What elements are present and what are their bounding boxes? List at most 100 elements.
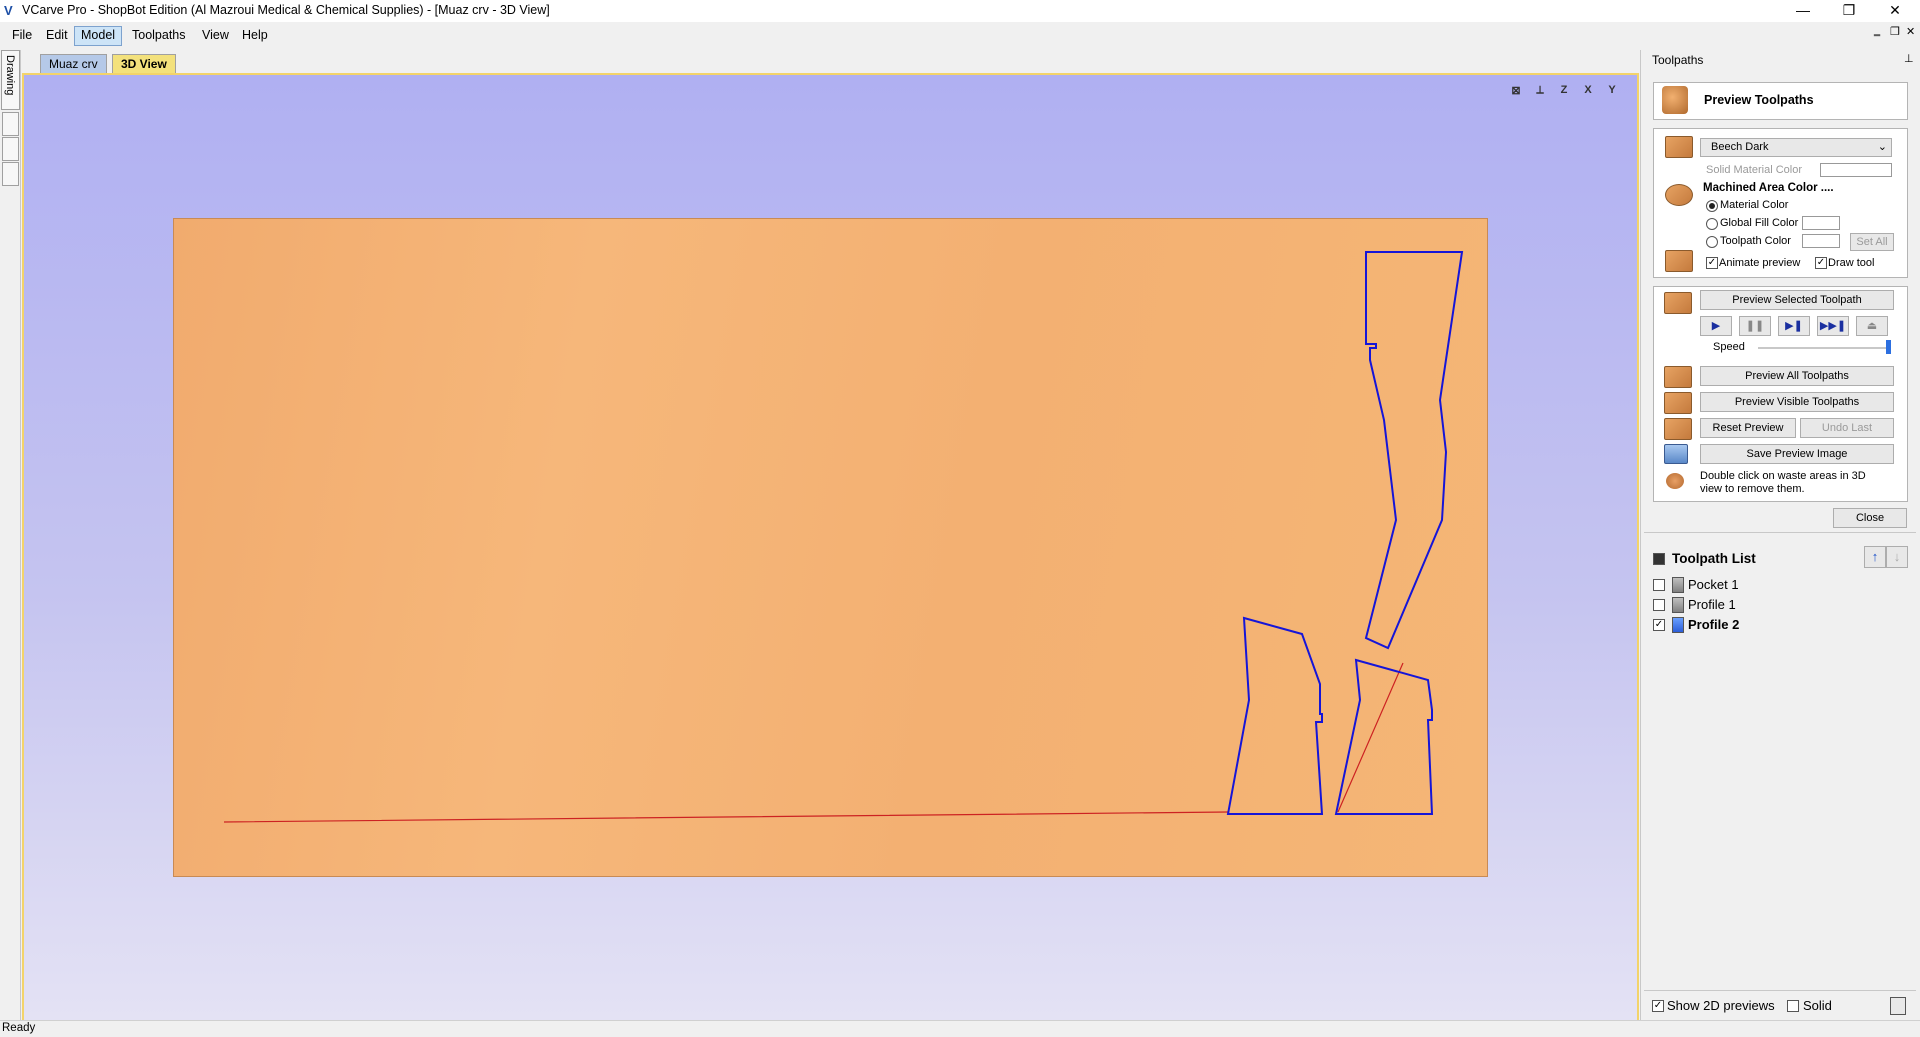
preview-selected-icon bbox=[1664, 292, 1692, 314]
maximize-button[interactable]: ❐ bbox=[1826, 0, 1872, 22]
preview-selected-toolpath-button[interactable]: Preview Selected Toolpath bbox=[1700, 290, 1894, 310]
chevron-down-icon: ⌄ bbox=[1877, 141, 1887, 153]
fast-forward-icon[interactable]: ▶▶❚ bbox=[1817, 316, 1849, 336]
step-icon[interactable]: ▶❚ bbox=[1778, 316, 1810, 336]
toolpath-color-option-label: Toolpath Color bbox=[1720, 235, 1791, 247]
toolpath-list-icon bbox=[1653, 553, 1665, 565]
radio-material-color[interactable] bbox=[1706, 200, 1718, 212]
toolpath-checkbox-profile-2[interactable]: ✓ bbox=[1653, 619, 1665, 631]
panel-options-icon[interactable] bbox=[1890, 997, 1906, 1015]
menu-bar: File Edit Model Toolpaths View Help ‗ ❐ … bbox=[0, 22, 1920, 48]
solid-checkbox[interactable] bbox=[1787, 1000, 1799, 1012]
mdi-minimize-button[interactable]: ‗ bbox=[1874, 25, 1880, 37]
view-z-icon[interactable]: Z bbox=[1554, 84, 1574, 102]
side-tab-4[interactable] bbox=[2, 162, 19, 186]
animate-preview-checkbox[interactable]: ✓ bbox=[1706, 257, 1718, 269]
toolpath-item-profile-2[interactable]: Profile 2 bbox=[1688, 617, 1739, 632]
material-swatch-icon bbox=[1665, 136, 1693, 158]
iso-view-icon[interactable]: ⟂ bbox=[1530, 84, 1550, 102]
show-2d-previews-label: Show 2D previews bbox=[1667, 998, 1775, 1013]
side-tab-2[interactable] bbox=[2, 112, 19, 136]
menu-edit[interactable]: Edit bbox=[40, 26, 74, 44]
left-dock-strip bbox=[0, 50, 21, 1028]
tab-muaz-crv[interactable]: Muaz crv bbox=[40, 54, 107, 73]
preview-all-icon bbox=[1664, 366, 1692, 388]
draw-tool-checkbox[interactable]: ✓ bbox=[1815, 257, 1827, 269]
menu-view[interactable]: View bbox=[196, 26, 235, 44]
drawing-tab-label: Drawing bbox=[4, 55, 16, 96]
tab-3d-view[interactable]: 3D View bbox=[112, 54, 176, 73]
draw-tool-label: Draw tool bbox=[1828, 257, 1875, 269]
move-down-icon[interactable]: ↓ bbox=[1886, 546, 1908, 568]
panel-title: Toolpaths bbox=[1652, 53, 1704, 67]
animate-icon bbox=[1665, 250, 1693, 272]
material-color-option-label: Material Color bbox=[1720, 199, 1789, 211]
solid-label: Solid bbox=[1803, 998, 1832, 1013]
solid-color-picker[interactable] bbox=[1820, 163, 1892, 177]
show-2d-previews-checkbox[interactable]: ✓ bbox=[1652, 1000, 1664, 1012]
minimize-button[interactable]: — bbox=[1780, 0, 1826, 22]
preview-toolpaths-icon bbox=[1662, 86, 1688, 114]
move-up-icon[interactable]: ↑ bbox=[1864, 546, 1886, 568]
solid-material-color-label: Solid Material Color bbox=[1706, 164, 1802, 176]
preview-header-title: Preview Toolpaths bbox=[1704, 93, 1814, 107]
reset-preview-icon bbox=[1664, 418, 1692, 440]
speed-slider-thumb[interactable] bbox=[1886, 340, 1891, 354]
toolpath-checkbox-profile-1[interactable] bbox=[1653, 599, 1665, 611]
material-select-value: Beech Dark bbox=[1711, 141, 1769, 153]
toolpath-icon bbox=[1672, 597, 1684, 613]
close-panel-button[interactable]: Close bbox=[1833, 508, 1907, 528]
app-logo-icon: V bbox=[4, 3, 13, 18]
zoom-extents-icon[interactable]: ⊠ bbox=[1506, 84, 1526, 102]
animate-preview-label: Animate preview bbox=[1719, 257, 1801, 269]
drawing-side-tab[interactable]: Drawing bbox=[1, 50, 20, 110]
reset-preview-button[interactable]: Reset Preview bbox=[1700, 418, 1796, 438]
machined-area-label: Machined Area Color .... bbox=[1703, 182, 1834, 194]
status-bar: Ready bbox=[0, 1020, 1920, 1037]
speed-label: Speed bbox=[1713, 341, 1745, 353]
toolpath-icon-selected bbox=[1672, 617, 1684, 633]
window-title: VCarve Pro - ShopBot Edition (Al Mazroui… bbox=[22, 3, 550, 17]
view-y-icon[interactable]: Y bbox=[1602, 84, 1622, 102]
preview-visible-toolpaths-button[interactable]: Preview Visible Toolpaths bbox=[1700, 392, 1894, 412]
mdi-restore-button[interactable]: ❐ bbox=[1890, 25, 1900, 38]
side-tab-3[interactable] bbox=[2, 137, 19, 161]
global-fill-color-picker[interactable] bbox=[1802, 216, 1840, 230]
speed-slider-track[interactable] bbox=[1758, 347, 1890, 349]
mdi-close-button[interactable]: ✕ bbox=[1906, 25, 1915, 38]
machined-area-icon bbox=[1665, 184, 1693, 206]
menu-file[interactable]: File bbox=[6, 26, 38, 44]
skip-to-end-icon[interactable]: ⏏ bbox=[1856, 316, 1888, 336]
toolpath-color-picker[interactable] bbox=[1802, 234, 1840, 248]
undo-last-button[interactable]: Undo Last bbox=[1800, 418, 1894, 438]
status-text: Ready bbox=[2, 1022, 36, 1034]
footer-divider bbox=[1644, 990, 1916, 991]
toolpath-checkbox-pocket-1[interactable] bbox=[1653, 579, 1665, 591]
toolpath-icon bbox=[1672, 577, 1684, 593]
menu-help[interactable]: Help bbox=[236, 26, 274, 44]
panel-divider bbox=[1644, 532, 1916, 533]
save-preview-image-button[interactable]: Save Preview Image bbox=[1700, 444, 1894, 464]
close-window-button[interactable]: ✕ bbox=[1872, 0, 1918, 22]
toolpath-item-profile-1[interactable]: Profile 1 bbox=[1688, 597, 1736, 612]
set-all-button[interactable]: Set All bbox=[1850, 233, 1894, 251]
toolpath-item-pocket-1[interactable]: Pocket 1 bbox=[1688, 577, 1739, 592]
toolpath-list-title: Toolpath List bbox=[1672, 551, 1756, 566]
preview-all-toolpaths-button[interactable]: Preview All Toolpaths bbox=[1700, 366, 1894, 386]
save-icon bbox=[1664, 444, 1688, 464]
radio-toolpath-color[interactable] bbox=[1706, 236, 1718, 248]
waste-area-hint: Double click on waste areas in 3D view t… bbox=[1700, 470, 1866, 495]
menu-model[interactable]: Model bbox=[74, 26, 123, 46]
menu-toolpaths[interactable]: Toolpaths bbox=[126, 26, 192, 44]
global-fill-option-label: Global Fill Color bbox=[1720, 217, 1799, 229]
waste-area-icon bbox=[1666, 473, 1684, 489]
preview-visible-icon bbox=[1664, 392, 1692, 414]
play-icon[interactable]: ▶ bbox=[1700, 316, 1732, 336]
pause-icon[interactable]: ❚❚ bbox=[1739, 316, 1771, 336]
material-select[interactable]: Beech Dark ⌄ bbox=[1700, 138, 1892, 157]
material-board[interactable] bbox=[173, 218, 1488, 877]
radio-global-fill-color[interactable] bbox=[1706, 218, 1718, 230]
pin-icon[interactable]: ⊥ bbox=[1904, 52, 1914, 65]
title-bar: V VCarve Pro - ShopBot Edition (Al Mazro… bbox=[0, 0, 1920, 22]
view-x-icon[interactable]: X bbox=[1578, 84, 1598, 102]
